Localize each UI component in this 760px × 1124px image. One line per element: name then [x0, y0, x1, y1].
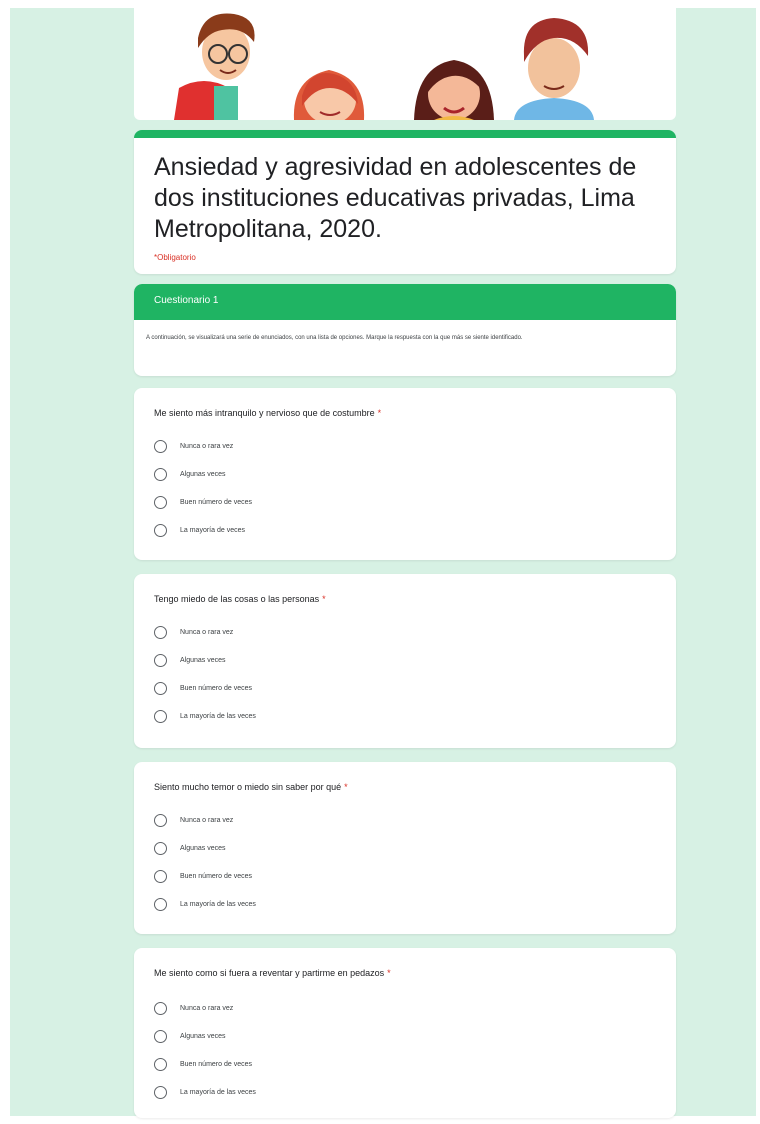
- section-card: Cuestionario 1 A continuación, se visual…: [134, 284, 676, 376]
- radio-option[interactable]: La mayoría de las veces: [154, 708, 256, 724]
- header-image: [134, 8, 676, 120]
- radio-button-icon[interactable]: [154, 681, 167, 695]
- character-girl-red-hair: [293, 70, 365, 120]
- question-card: Siento mucho temor o miedo sin saber por…: [134, 762, 676, 934]
- radio-button-icon[interactable]: [154, 523, 167, 537]
- radio-option[interactable]: Algunas veces: [154, 1028, 226, 1044]
- header-illustration: [174, 13, 594, 120]
- radio-option[interactable]: La mayoría de veces: [154, 522, 245, 538]
- radio-option[interactable]: Nunca o rara vez: [154, 438, 233, 454]
- required-asterisk: *: [387, 968, 391, 978]
- question-title: Tengo miedo de las cosas o las personas *: [154, 594, 326, 604]
- option-label: Buen número de veces: [180, 498, 252, 506]
- radio-button-icon[interactable]: [154, 495, 167, 509]
- required-asterisk: *: [377, 408, 382, 418]
- question-card: Tengo miedo de las cosas o las personas *…: [134, 574, 676, 748]
- section-header: Cuestionario 1: [134, 284, 676, 320]
- radio-option[interactable]: Nunca o rara vez: [154, 1000, 233, 1016]
- radio-button-icon[interactable]: [154, 467, 167, 481]
- option-label: Algunas veces: [180, 844, 226, 852]
- character-boy-dark-hair: [514, 18, 594, 120]
- section-description: A continuación, se visualizará una serie…: [146, 335, 523, 341]
- radio-button-icon[interactable]: [154, 709, 167, 723]
- required-asterisk: *: [322, 594, 326, 604]
- option-label: Buen número de veces: [180, 684, 252, 692]
- radio-option[interactable]: Algunas veces: [154, 840, 226, 856]
- option-label: La mayoría de las veces: [180, 900, 256, 908]
- radio-option[interactable]: Buen número de veces: [154, 868, 252, 884]
- radio-button-icon[interactable]: [154, 1057, 167, 1071]
- radio-button-icon[interactable]: [154, 625, 167, 639]
- question-title: Siento mucho temor o miedo sin saber por…: [154, 782, 348, 792]
- radio-button-icon[interactable]: [154, 1029, 167, 1043]
- option-label: La mayoría de veces: [180, 526, 245, 534]
- option-label: Nunca o rara vez: [180, 628, 234, 636]
- option-label: Nunca o rara vez: [180, 816, 234, 824]
- question-title: Me siento más intranquilo y nervioso que…: [154, 408, 382, 418]
- option-label: Nunca o rara vez: [180, 1004, 234, 1012]
- required-note: *Obligatorio: [154, 253, 196, 262]
- radio-option[interactable]: Nunca o rara vez: [154, 812, 233, 828]
- radio-button-icon[interactable]: [154, 1085, 167, 1099]
- radio-option[interactable]: La mayoría de las veces: [154, 896, 256, 912]
- question-card: Me siento más intranquilo y nervioso que…: [134, 388, 676, 560]
- radio-option[interactable]: Buen número de veces: [154, 680, 252, 696]
- radio-option[interactable]: Algunas veces: [154, 466, 226, 482]
- option-label: La mayoría de las veces: [180, 1088, 256, 1096]
- radio-option[interactable]: La mayoría de las veces: [154, 1084, 256, 1100]
- radio-option[interactable]: Nunca o rara vez: [154, 624, 233, 640]
- required-asterisk: *: [344, 782, 348, 792]
- character-girl-dark-hair: [414, 60, 494, 120]
- radio-button-icon[interactable]: [154, 869, 167, 883]
- option-label: Algunas veces: [180, 470, 226, 478]
- option-label: Nunca o rara vez: [180, 442, 234, 450]
- option-label: Algunas veces: [180, 1032, 226, 1040]
- option-label: La mayoría de las veces: [180, 712, 256, 720]
- radio-button-icon[interactable]: [154, 439, 167, 453]
- radio-button-icon[interactable]: [154, 1001, 167, 1015]
- option-label: Buen número de veces: [180, 1060, 252, 1068]
- form-title-card: Ansiedad y agresividad en adolescentes d…: [134, 130, 676, 274]
- question-title: Me siento como si fuera a reventar y par…: [154, 968, 391, 978]
- question-card: Me siento como si fuera a reventar y par…: [134, 948, 676, 1118]
- radio-option[interactable]: Buen número de veces: [154, 1056, 252, 1072]
- radio-option[interactable]: Algunas veces: [154, 652, 226, 668]
- radio-button-icon[interactable]: [154, 813, 167, 827]
- radio-button-icon[interactable]: [154, 897, 167, 911]
- radio-button-icon[interactable]: [154, 841, 167, 855]
- form-title: Ansiedad y agresividad en adolescentes d…: [154, 153, 637, 243]
- radio-button-icon[interactable]: [154, 653, 167, 667]
- character-boy-glasses: [174, 13, 255, 120]
- option-label: Algunas veces: [180, 656, 226, 664]
- option-label: Buen número de veces: [180, 872, 252, 880]
- radio-option[interactable]: Buen número de veces: [154, 494, 252, 510]
- section-title: Cuestionario 1: [154, 295, 219, 306]
